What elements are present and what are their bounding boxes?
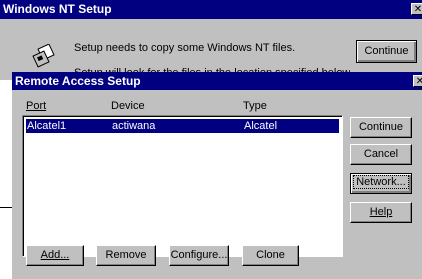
windows-nt-setup-window: Windows NT Setup ✕ Setup needs to copy s… [0, 0, 422, 80]
column-header-device-label: Device [111, 100, 145, 112]
column-header-port-label: Port [26, 100, 47, 112]
configure-button[interactable]: Configure... [169, 245, 229, 266]
cancel-label: Cancel [363, 148, 399, 160]
row-port: Alcatel1 [27, 120, 67, 132]
setup-message: Setup needs to copy some Windows NT file… [74, 42, 296, 54]
setup-continue-label: Continue [364, 45, 409, 57]
network-label: Network... [353, 175, 409, 189]
remove-button[interactable]: Remove [96, 245, 156, 266]
close-icon[interactable]: ✕ [411, 3, 422, 15]
column-header-type: Type [243, 100, 267, 112]
help-button[interactable]: Help [350, 202, 412, 223]
clone-label: Clone [256, 249, 285, 261]
help-label: Help [369, 206, 393, 218]
column-header-port: Port [26, 100, 46, 112]
port-list[interactable]: Alcatel1 actiwana Alcatel [22, 115, 343, 257]
row-device: actiwana [112, 120, 156, 132]
row-type: Alcatel [244, 120, 278, 132]
divider [0, 207, 12, 208]
network-button[interactable]: Network... [350, 173, 412, 194]
setup-continue-button[interactable]: Continue [356, 40, 417, 63]
remote-access-setup-window: Remote Access Setup ✕ Port Device Type A… [12, 72, 422, 279]
setup-disk-icon [32, 43, 58, 68]
remote-access-setup-title: Remote Access Setup [15, 74, 141, 88]
close-icon[interactable]: ✕ [413, 75, 422, 87]
add-label: Add... [40, 249, 70, 261]
windows-nt-setup-title: Windows NT Setup [3, 2, 112, 16]
windows-nt-setup-titlebar: Windows NT Setup ✕ [0, 0, 422, 19]
continue-button[interactable]: Continue [350, 117, 412, 138]
clone-button[interactable]: Clone [242, 245, 299, 266]
remove-label: Remove [105, 249, 147, 261]
column-header-type-label: Type [243, 100, 267, 112]
add-button[interactable]: Add... [26, 245, 84, 266]
remote-access-setup-titlebar: Remote Access Setup ✕ [12, 72, 422, 90]
configure-label: Configure... [170, 249, 228, 261]
cancel-button[interactable]: Cancel [350, 144, 412, 165]
continue-label: Continue [358, 121, 404, 133]
table-row[interactable]: Alcatel1 actiwana Alcatel [26, 119, 339, 133]
column-header-device: Device [111, 100, 145, 112]
